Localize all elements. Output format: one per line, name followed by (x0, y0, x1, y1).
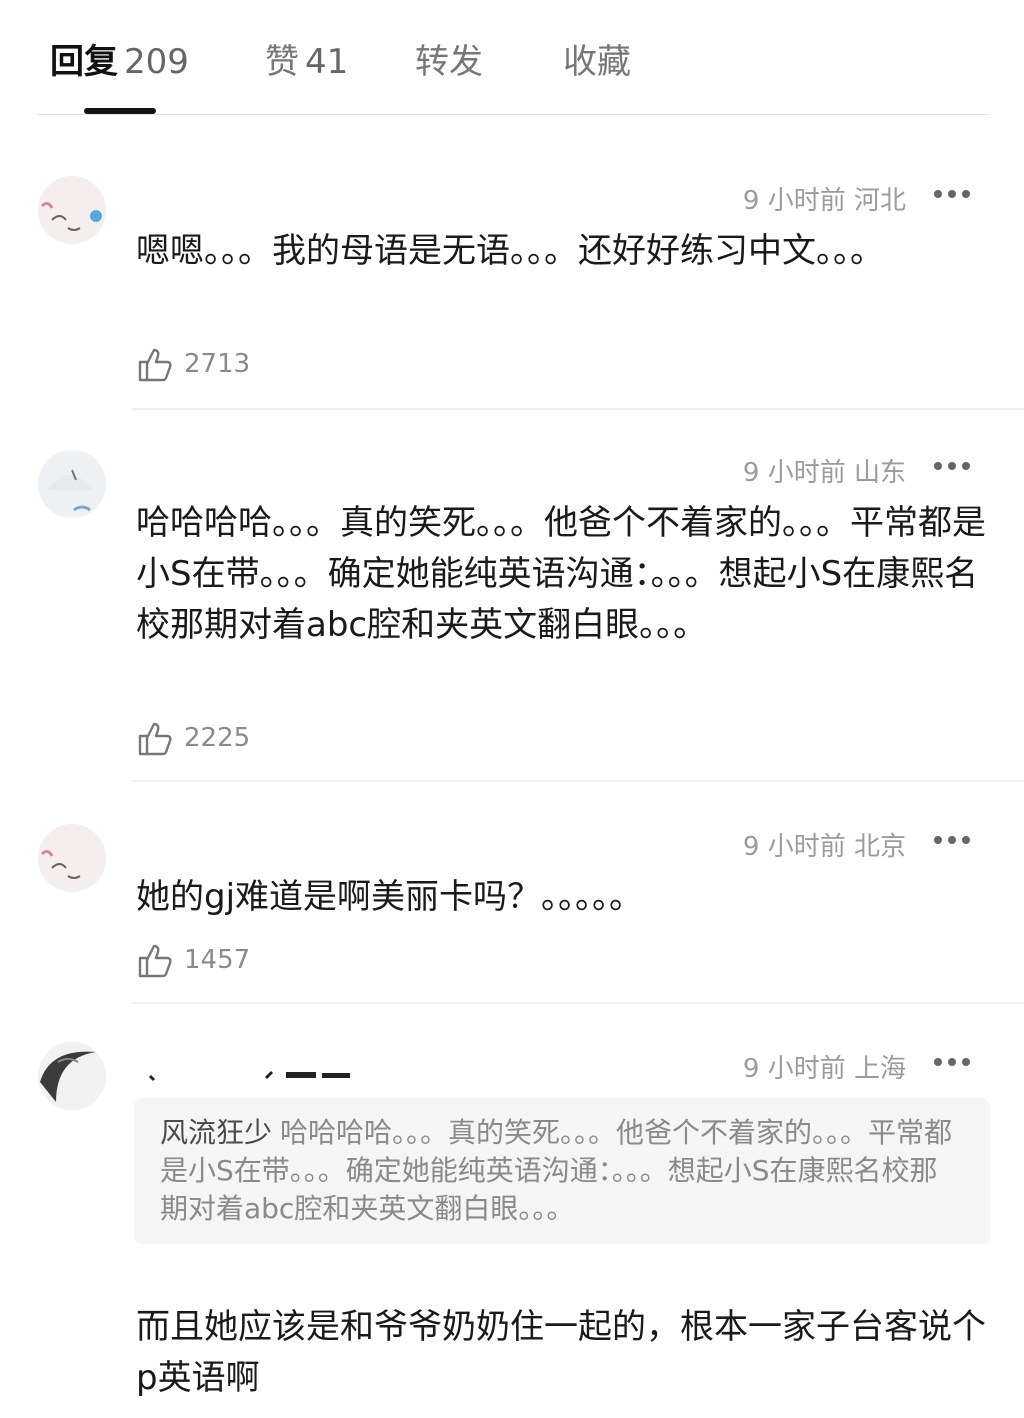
avatar[interactable] (38, 450, 106, 518)
tab-replies-label: 回复 (50, 42, 118, 82)
quoted-author[interactable]: 风流狂少 (160, 1116, 272, 1149)
comment-text: 嗯嗯。。。我的母语是无语。。。还好好练习中文。。。 (136, 231, 884, 271)
like-button[interactable]: 2225 (136, 718, 250, 758)
quoted-text: 哈哈哈哈。。。真的笑死。。。他爸个不着家的。。。平常都是小S在带。。。确定她能纯… (160, 1116, 953, 1225)
comment-meta: 9 小时前 北京 (742, 832, 906, 862)
tab-likes-label: 赞 (265, 42, 299, 82)
avatar[interactable] (38, 824, 106, 892)
tab-favorites-label: 收藏 (563, 42, 631, 82)
comment-divider (132, 1002, 1024, 1004)
comment-divider (132, 408, 1024, 410)
more-options-icon[interactable] (932, 1052, 972, 1072)
more-options-icon[interactable] (932, 830, 972, 850)
username-partial (136, 1064, 366, 1082)
tabs-divider (38, 114, 990, 115)
tab-reposts[interactable]: 转发 (415, 40, 483, 84)
avatar[interactable] (38, 1042, 106, 1110)
comment-text: 而且她应该是和爷爷奶奶住一起的，根本一家子台客说个p英语啊 (136, 1307, 986, 1398)
quoted-reply[interactable]: 风流狂少 哈哈哈哈。。。真的笑死。。。他爸个不着家的。。。平常都是小S在带。。。确… (134, 1098, 990, 1244)
like-count: 2713 (184, 349, 251, 379)
thumbs-up-icon (138, 944, 172, 978)
thumbs-up-icon (138, 722, 172, 756)
tab-reposts-label: 转发 (415, 42, 483, 82)
like-button[interactable]: 1457 (136, 940, 250, 980)
more-options-icon[interactable] (932, 184, 972, 204)
comment-meta: 9 小时前 山东 (742, 458, 906, 488)
like-count: 2225 (184, 723, 251, 753)
comment-meta: 9 小时前 河北 (742, 186, 906, 216)
thumbs-up-icon (138, 348, 172, 382)
tab-replies[interactable]: 回复 209 (50, 40, 189, 84)
tab-favorites[interactable]: 收藏 (563, 40, 631, 84)
tab-likes-count: 41 (305, 42, 349, 82)
tab-likes[interactable]: 赞 41 (265, 40, 348, 84)
like-button[interactable]: 2713 (136, 344, 250, 384)
more-options-icon[interactable] (932, 456, 972, 476)
comment-text: 她的gj难道是啊美丽卡吗？。。。。。 (136, 877, 644, 917)
comment-divider (132, 780, 1024, 782)
comment-text: 哈哈哈哈。。。真的笑死。。。他爸个不着家的。。。平常都是小S在带。。。确定她能纯… (136, 503, 986, 645)
comment-meta: 9 小时前 上海 (742, 1054, 906, 1084)
like-count: 1457 (184, 945, 251, 975)
avatar[interactable] (38, 176, 106, 244)
tab-replies-count: 209 (124, 42, 189, 82)
tab-bar: 回复 209 赞 41 转发 收藏 (0, 0, 1024, 116)
